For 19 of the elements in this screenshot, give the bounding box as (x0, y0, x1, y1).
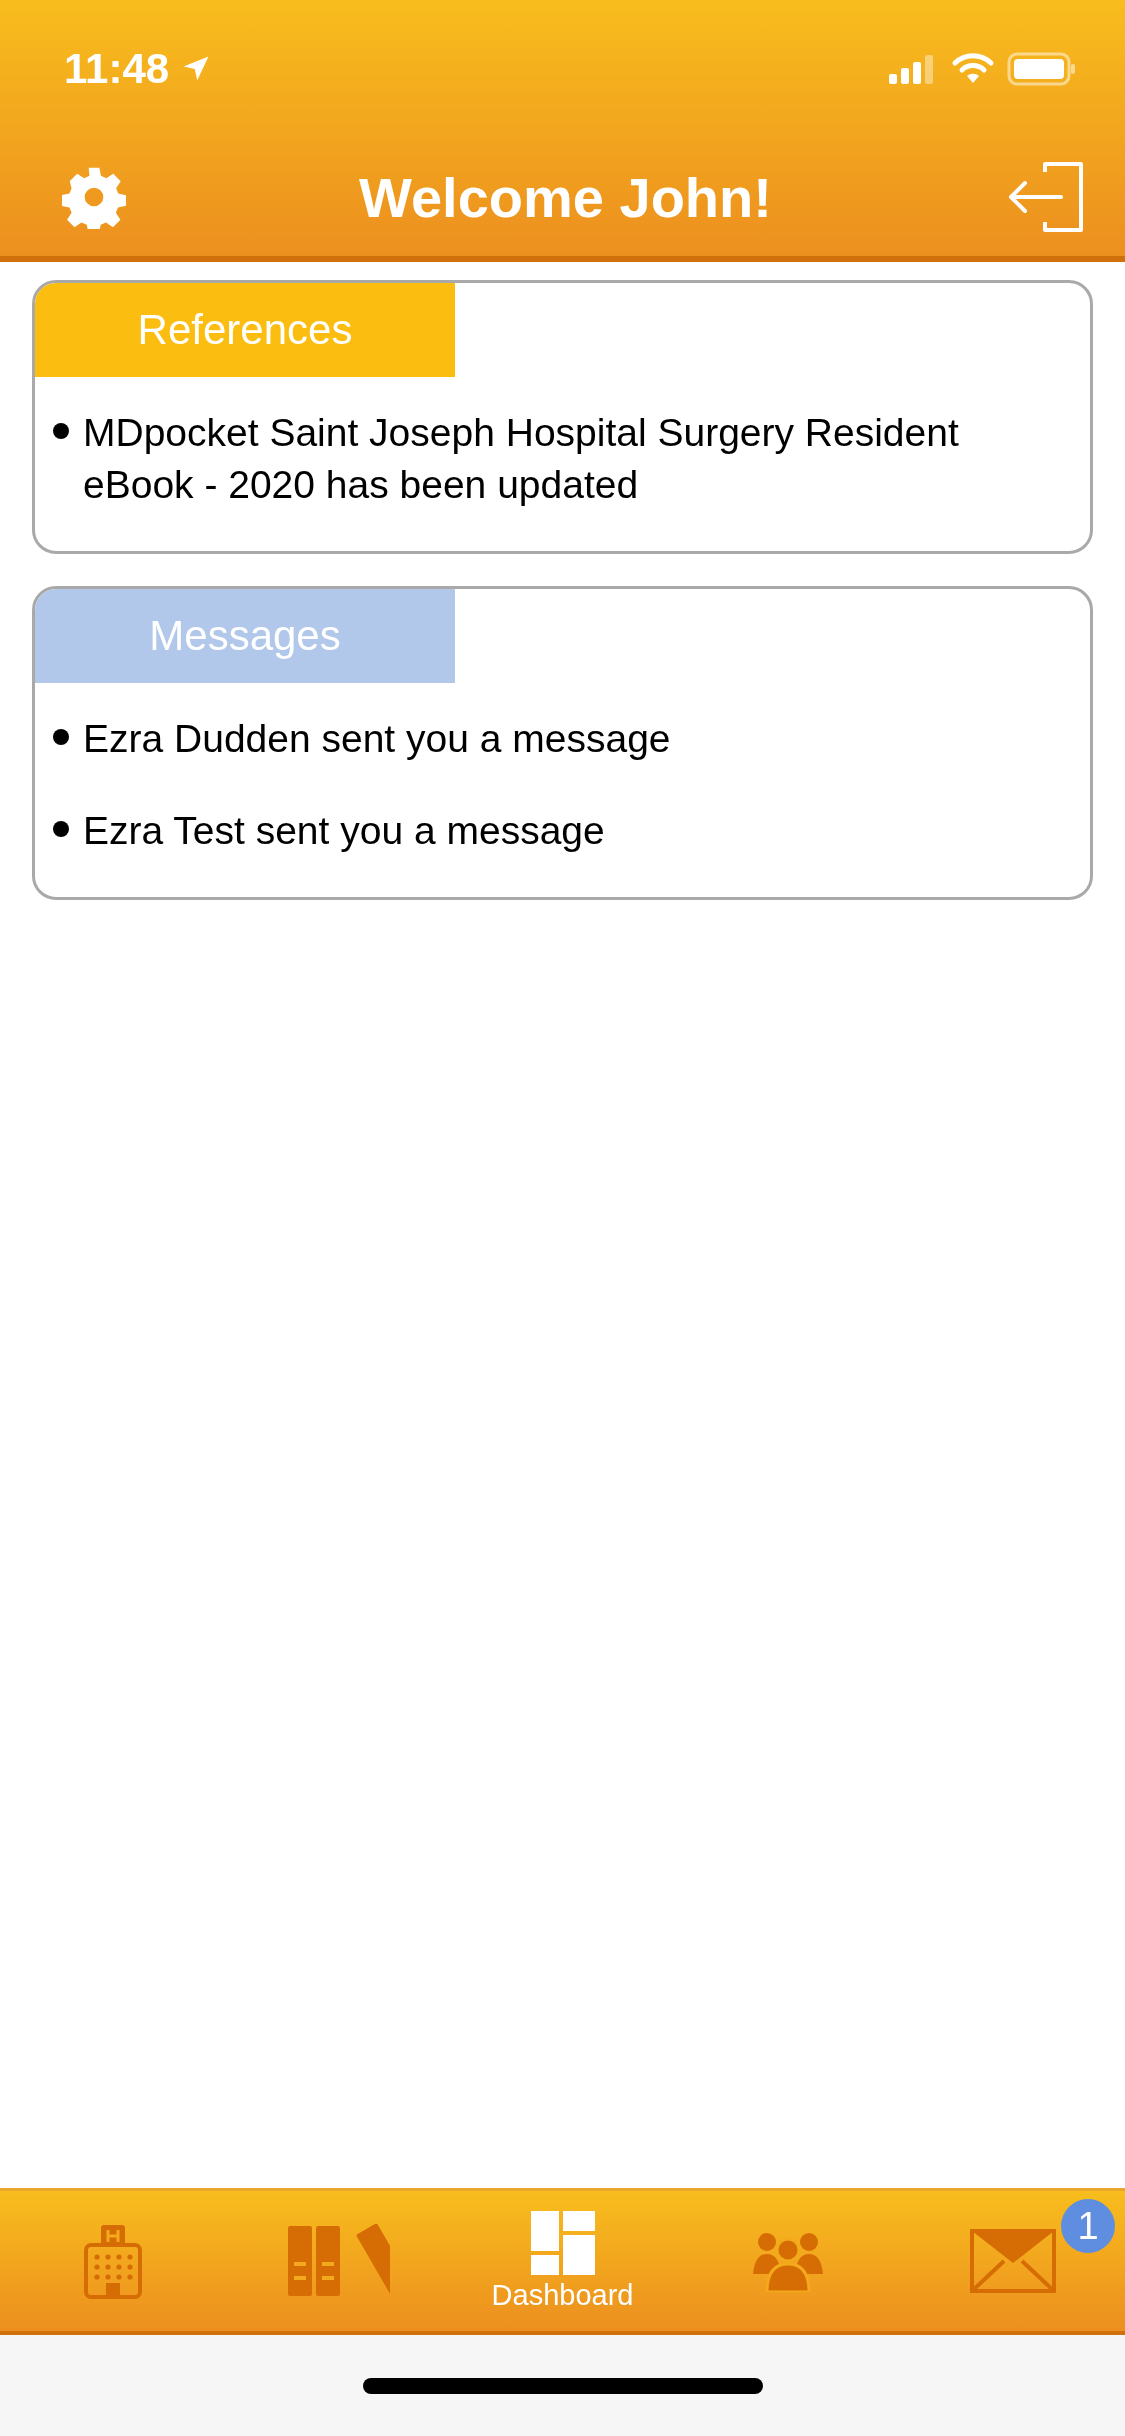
people-icon (750, 2230, 825, 2292)
bullet-icon (53, 729, 69, 745)
bullet-icon (53, 821, 69, 837)
battery-icon (1007, 52, 1077, 86)
card-title: References (35, 283, 455, 377)
mail-icon (969, 2229, 1056, 2293)
card-title: Messages (35, 589, 455, 683)
books-icon (285, 2224, 390, 2298)
dashboard-icon (530, 2210, 595, 2275)
bullet-icon (53, 423, 69, 439)
wifi-icon (951, 53, 995, 85)
hospital-icon (82, 2223, 143, 2299)
notification-item[interactable]: MDpocket Saint Joseph Hospital Surgery Resident eBook - 2020 has been updated (83, 407, 1066, 511)
settings-icon[interactable] (62, 165, 126, 229)
notification-item[interactable]: Ezra Test sent you a message (83, 805, 605, 857)
notification-item[interactable]: Ezra Dudden sent you a message (83, 713, 671, 765)
status-time: 11:48 (64, 45, 170, 93)
unread-badge: 1 (1061, 2199, 1115, 2253)
welcome-title: Welcome John! (359, 164, 772, 230)
